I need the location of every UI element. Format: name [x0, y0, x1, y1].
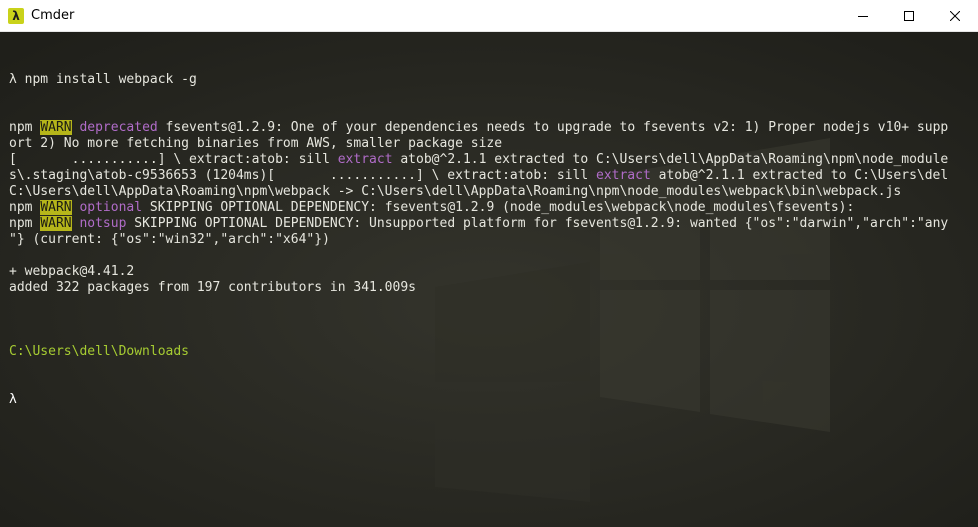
close-icon [950, 10, 960, 21]
extract-tag: extract [596, 168, 651, 183]
extract-tag: extract [337, 152, 393, 167]
progress-text: atob@^2.1.1 extracted to C:\Users\del [650, 168, 949, 183]
warn-message: SKIPPING OPTIONAL DEPENDENCY: fsevents@1… [142, 200, 855, 215]
warn-message: SKIPPING OPTIONAL DEPENDENCY: Unsupporte… [126, 216, 949, 231]
npm-prefix: npm [9, 216, 41, 231]
warn-tag: optional [79, 200, 143, 215]
output-text: ort 2) No more fetching binaries from AW… [9, 136, 503, 151]
output-text: C:\Users\dell\AppData\Roaming\npm\webpac… [9, 184, 902, 199]
cwd-line: C:\Users\dell\Downloads [9, 344, 190, 359]
output-line: + webpack@4.41.2 [9, 264, 973, 280]
warn-tag: notsup [79, 216, 127, 231]
title-bar[interactable]: λ Cmder [0, 0, 978, 32]
close-button[interactable] [932, 0, 978, 31]
warn-badge: WARN [40, 120, 72, 135]
output-line: [ ...........] \ extract:atob: sill extr… [9, 152, 973, 168]
progress-text: atob@^2.1.1 extracted to C:\Users\dell\A… [392, 152, 949, 167]
npm-prefix: npm [9, 200, 41, 215]
output-line: npm WARN notsup SKIPPING OPTIONAL DEPEND… [9, 216, 973, 232]
terminal-area[interactable]: λ npm install webpack -g npm WARN deprec… [0, 32, 978, 527]
cmder-lambda-icon: λ [8, 7, 24, 24]
output-line: added 322 packages from 197 contributors… [9, 280, 973, 296]
output-line: s\.staging\atob-c9536653 (1204ms)[ .....… [9, 168, 973, 184]
npm-prefix: npm [9, 120, 41, 135]
output-line: C:\Users\dell\AppData\Roaming\npm\webpac… [9, 184, 973, 200]
cmder-window: λ Cmder λ npm install webpack -g npm WAR… [0, 0, 978, 527]
output-text: + webpack@4.41.2 [9, 264, 135, 279]
warn-badge: WARN [40, 200, 72, 215]
output-text: "} (current: {"os":"win32","arch":"x64"}… [9, 232, 330, 247]
warn-badge: WARN [40, 216, 72, 231]
output-line: npm WARN optional SKIPPING OPTIONAL DEPE… [9, 200, 973, 216]
warn-tag: deprecated [79, 120, 158, 135]
maximize-icon [904, 10, 914, 21]
output-text: added 322 packages from 197 contributors… [9, 280, 416, 295]
output-line: npm WARN deprecated fsevents@1.2.9: One … [9, 120, 973, 136]
progress-text: [ ...........] \ extract:atob: sill [9, 152, 338, 167]
output-line: ort 2) No more fetching binaries from AW… [9, 136, 973, 152]
minimize-button[interactable] [840, 0, 886, 31]
terminal-output: λ npm install webpack -g npm WARN deprec… [9, 40, 973, 440]
progress-text: s\.staging\atob-c9536653 (1204ms)[ .....… [9, 168, 596, 183]
output-line: "} (current: {"os":"win32","arch":"x64"}… [9, 232, 973, 248]
maximize-button[interactable] [886, 0, 932, 31]
minimize-icon [858, 15, 868, 17]
window-title: Cmder [31, 8, 75, 23]
prompt-line[interactable]: λ [9, 392, 973, 408]
command-line: λ npm install webpack -g [9, 72, 197, 87]
warn-message: fsevents@1.2.9: One of your dependencies… [157, 120, 949, 135]
window-controls [840, 0, 978, 31]
